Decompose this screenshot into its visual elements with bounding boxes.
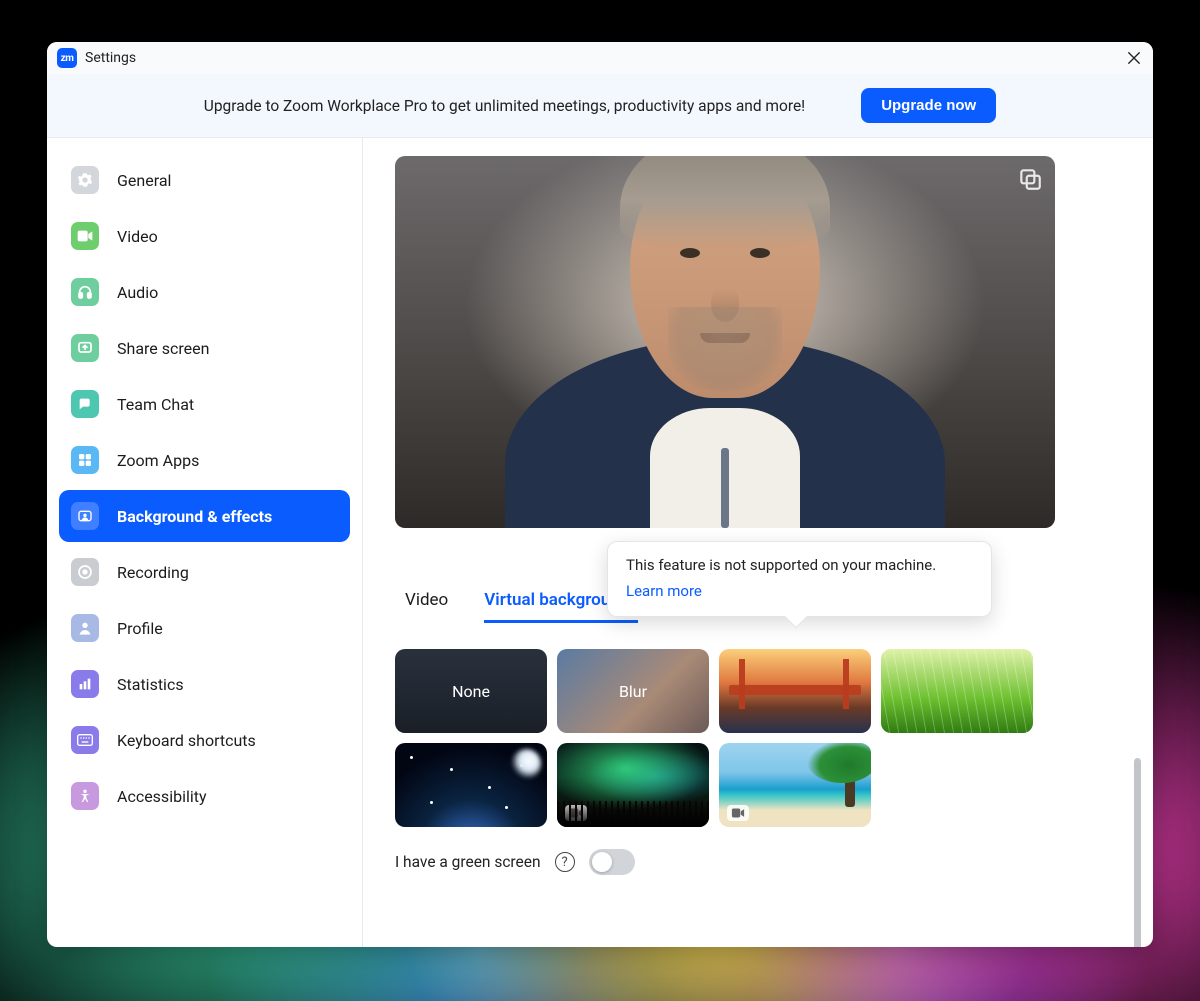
stats-icon	[71, 670, 99, 698]
sidebar-item-accessibility[interactable]: Accessibility	[59, 770, 350, 822]
apps-icon	[71, 446, 99, 474]
settings-window: zm Settings Upgrade to Zoom Workplace Pr…	[47, 42, 1153, 947]
sidebar-item-label: General	[117, 171, 171, 190]
sidebar-item-audio[interactable]: Audio	[59, 266, 350, 318]
sidebar-item-label: Keyboard shortcuts	[117, 731, 256, 750]
headphones-icon	[71, 278, 99, 306]
sidebar-item-profile[interactable]: Profile	[59, 602, 350, 654]
tile-label: None	[452, 682, 490, 701]
background-tile-aurora[interactable]	[557, 743, 709, 827]
close-icon[interactable]	[1125, 49, 1143, 67]
sidebar: General Video Audio Share screen	[47, 138, 363, 947]
share-icon	[71, 334, 99, 362]
accessibility-icon	[71, 782, 99, 810]
sidebar-item-share-screen[interactable]: Share screen	[59, 322, 350, 374]
sidebar-item-label: Team Chat	[117, 395, 194, 414]
background-tile-grass[interactable]	[881, 649, 1033, 733]
sidebar-item-label: Share screen	[117, 339, 209, 358]
background-icon	[71, 502, 99, 530]
titlebar: zm Settings	[47, 42, 1153, 74]
learn-more-link[interactable]: Learn more	[626, 582, 973, 600]
background-tile-none[interactable]: None	[395, 649, 547, 733]
background-tile-earth[interactable]	[395, 743, 547, 827]
background-grid: None Blur	[395, 649, 1125, 827]
sidebar-item-video[interactable]: Video	[59, 210, 350, 262]
sidebar-item-label: Zoom Apps	[117, 451, 199, 470]
video-preview	[395, 156, 1055, 528]
unsupported-popover: This feature is not supported on your ma…	[607, 541, 992, 617]
sidebar-item-label: Background & effects	[117, 507, 272, 526]
sidebar-item-label: Video	[117, 227, 158, 246]
video-icon	[71, 222, 99, 250]
sidebar-item-label: Accessibility	[117, 787, 207, 806]
sidebar-item-label: Audio	[117, 283, 158, 302]
window-title: Settings	[85, 50, 136, 66]
upgrade-banner: Upgrade to Zoom Workplace Pro to get unl…	[47, 74, 1153, 138]
sidebar-item-statistics[interactable]: Statistics	[59, 658, 350, 710]
upgrade-button[interactable]: Upgrade now	[861, 88, 996, 123]
tab-video[interactable]: Video	[405, 590, 448, 623]
toggle-knob	[592, 852, 612, 872]
sidebar-item-label: Profile	[117, 619, 163, 638]
video-badge-icon	[727, 805, 749, 821]
popover-text: This feature is not supported on your ma…	[626, 556, 973, 574]
sidebar-item-keyboard-shortcuts[interactable]: Keyboard shortcuts	[59, 714, 350, 766]
record-icon	[71, 558, 99, 586]
zoom-app-icon: zm	[57, 48, 77, 68]
help-icon[interactable]: ?	[555, 852, 575, 872]
green-screen-toggle[interactable]	[589, 849, 635, 875]
sidebar-item-team-chat[interactable]: Team Chat	[59, 378, 350, 430]
upgrade-text: Upgrade to Zoom Workplace Pro to get unl…	[204, 97, 805, 115]
sidebar-item-general[interactable]: General	[59, 154, 350, 206]
green-screen-label: I have a green screen	[395, 853, 541, 871]
tile-label: Blur	[619, 682, 647, 701]
chat-icon	[71, 390, 99, 418]
sidebar-item-background-effects[interactable]: Background & effects	[59, 490, 350, 542]
sidebar-item-zoom-apps[interactable]: Zoom Apps	[59, 434, 350, 486]
green-screen-row: I have a green screen ?	[395, 849, 1125, 875]
gear-icon	[71, 166, 99, 194]
profile-icon	[71, 614, 99, 642]
scrollbar[interactable]	[1134, 758, 1141, 947]
background-tile-blur[interactable]: Blur	[557, 649, 709, 733]
expand-icon[interactable]	[1017, 166, 1043, 192]
sidebar-item-label: Recording	[117, 563, 189, 582]
background-tile-beach[interactable]	[719, 743, 871, 827]
background-tile-bridge[interactable]	[719, 649, 871, 733]
sidebar-item-label: Statistics	[117, 675, 184, 694]
person-illustration	[510, 188, 940, 528]
keyboard-icon	[71, 726, 99, 754]
sidebar-item-recording[interactable]: Recording	[59, 546, 350, 598]
video-badge-icon	[565, 805, 587, 821]
